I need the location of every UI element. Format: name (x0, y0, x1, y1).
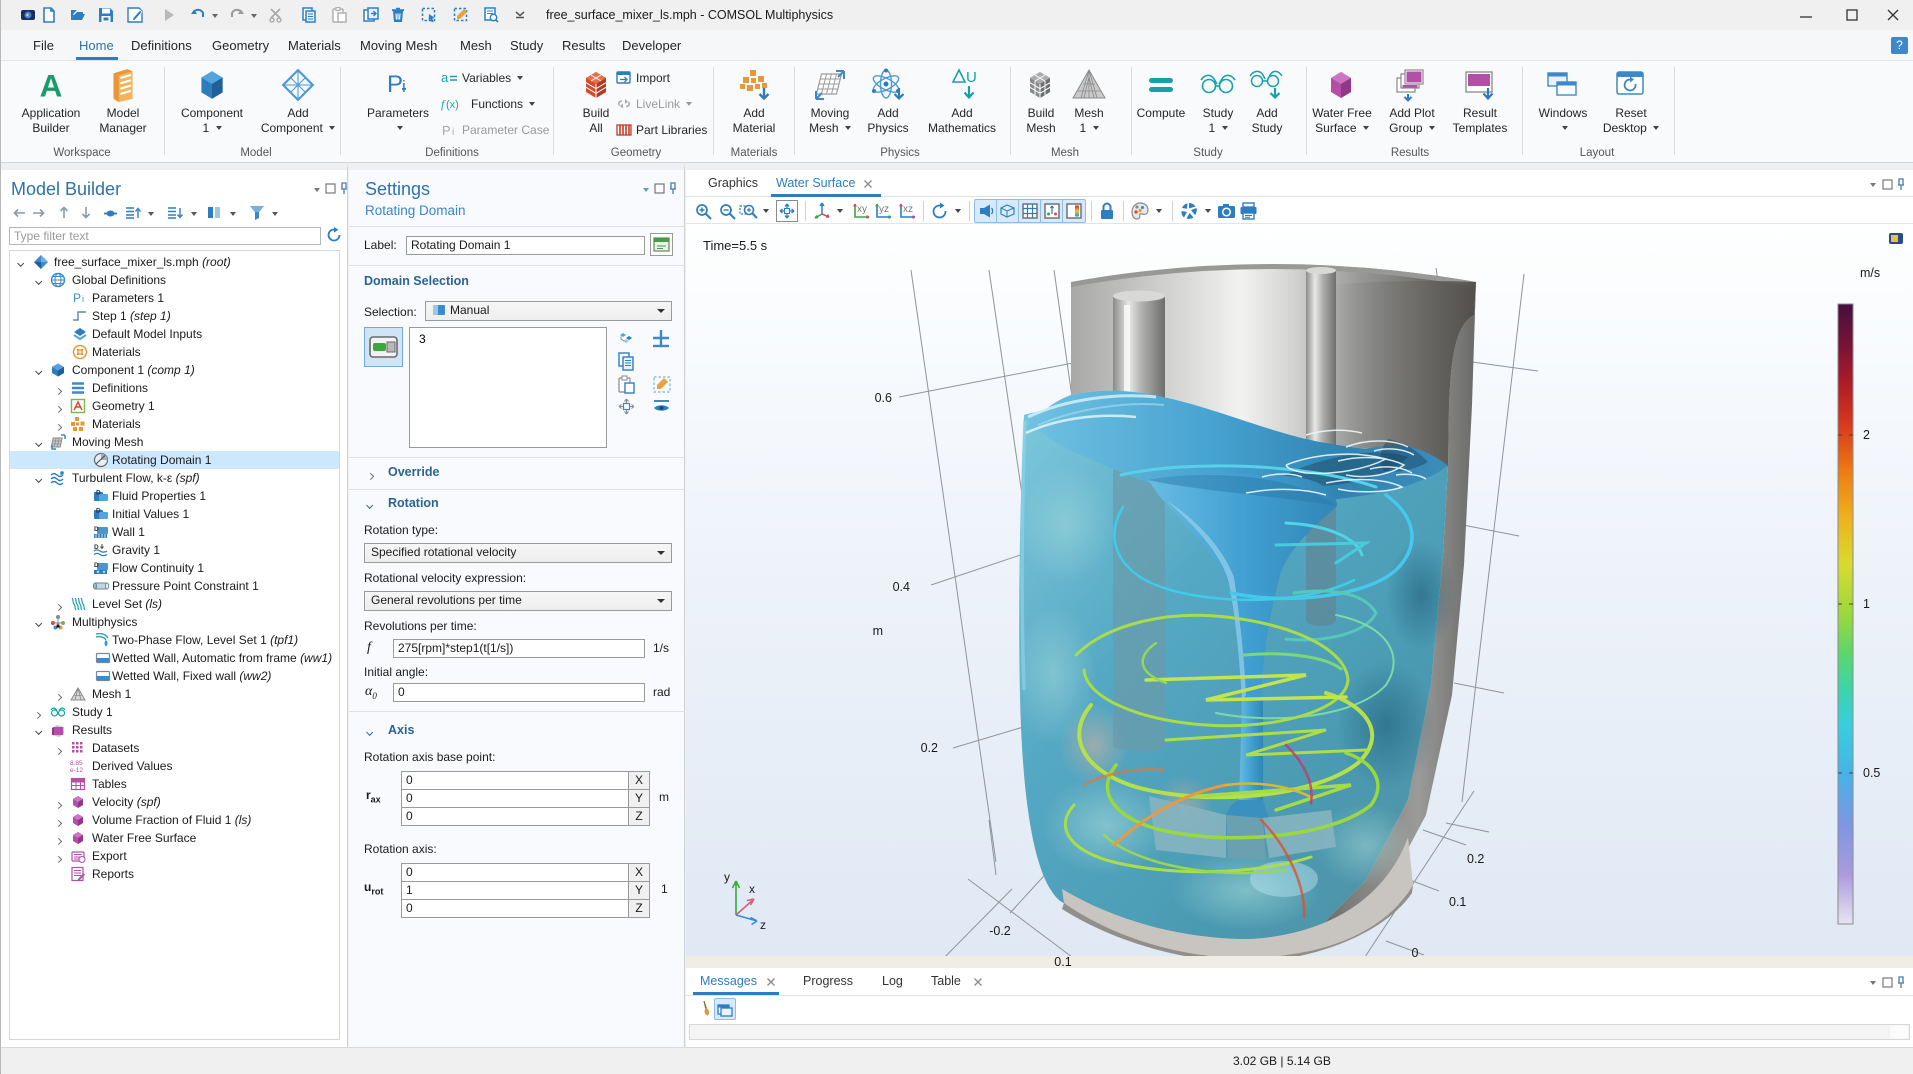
svg-text:m: m (873, 624, 883, 638)
svg-text:z: z (760, 918, 766, 932)
svg-text:D: D (96, 490, 101, 497)
svg-text:0.2: 0.2 (921, 741, 938, 755)
svg-text:U: U (966, 69, 977, 86)
svg-text:yz: yz (879, 204, 889, 215)
svg-text:P: P (442, 123, 451, 137)
svg-text:D: D (96, 508, 101, 515)
svg-text:m/s: m/s (1860, 266, 1880, 280)
svg-text:0.2: 0.2 (1467, 852, 1484, 866)
svg-text:8.85: 8.85 (70, 760, 83, 767)
svg-text:1: 1 (1863, 597, 1870, 611)
svg-text:y: y (724, 870, 730, 884)
svg-text:A: A (40, 67, 63, 103)
svg-text:xy: xy (857, 204, 867, 215)
svg-text:i: i (82, 294, 84, 304)
svg-text:0.6: 0.6 (875, 391, 892, 405)
svg-text:0: 0 (1412, 946, 1419, 960)
svg-text:0.5: 0.5 (1863, 766, 1880, 780)
svg-text:D: D (94, 562, 99, 569)
svg-text:e-12: e-12 (70, 767, 83, 774)
svg-text:0.1: 0.1 (1054, 955, 1071, 968)
svg-text:0.4: 0.4 (893, 580, 910, 594)
svg-text:-0.2: -0.2 (989, 924, 1011, 938)
svg-text:(x): (x) (446, 99, 459, 111)
svg-text:2: 2 (1863, 428, 1870, 442)
svg-text:P: P (387, 71, 403, 98)
svg-text:D: D (94, 526, 99, 533)
svg-text:i: i (452, 127, 454, 137)
svg-text:x: x (749, 882, 755, 896)
svg-text:a: a (441, 71, 449, 85)
svg-text:Time=5.5 s: Time=5.5 s (703, 238, 768, 253)
svg-text:0.1: 0.1 (1449, 895, 1466, 909)
svg-text:xz: xz (903, 204, 913, 215)
svg-text:i: i (402, 77, 406, 96)
svg-text:P: P (73, 291, 81, 305)
